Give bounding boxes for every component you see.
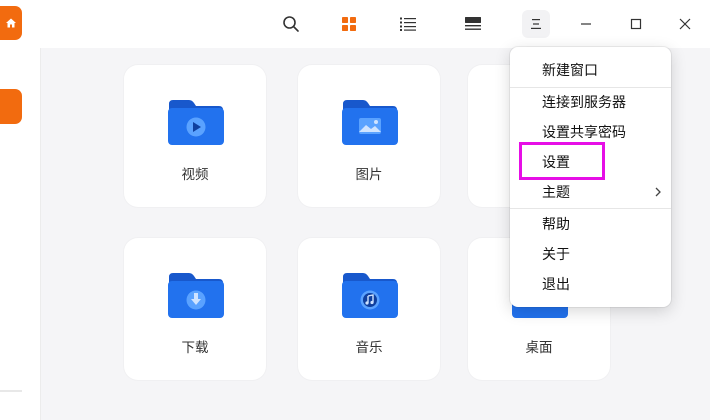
sidebar-active-item[interactable]	[0, 89, 22, 124]
folder-label: 视频	[181, 167, 209, 183]
menu-icon	[531, 19, 541, 29]
folder-card[interactable]: 图片	[298, 65, 440, 207]
menu-item-label: 连接到服务器	[542, 95, 626, 111]
menu-item-theme[interactable]: 主题	[510, 177, 671, 207]
titlebar	[40, 0, 710, 48]
music-folder-icon	[342, 273, 398, 318]
menu-item-label: 设置	[542, 155, 570, 171]
download-folder-icon	[168, 273, 224, 318]
menu-item-label: 新建窗口	[542, 63, 598, 79]
folder-label: 桌面	[525, 340, 553, 356]
menu-item-label: 设置共享密码	[542, 125, 626, 141]
menu-item-share-password[interactable]: 设置共享密码	[510, 117, 671, 147]
home-icon	[6, 18, 16, 28]
grid-view-icon	[342, 17, 356, 31]
sidebar	[0, 0, 41, 420]
menu-item-settings[interactable]: 设置	[510, 147, 671, 177]
close-icon	[679, 18, 691, 30]
detail-view-icon	[465, 17, 481, 30]
video-folder-icon	[168, 100, 224, 145]
chevron-right-icon	[655, 187, 661, 197]
menu-button[interactable]	[522, 10, 550, 38]
search-icon	[283, 16, 299, 32]
menu-item-label: 主题	[542, 185, 570, 201]
minimize-icon	[581, 23, 591, 25]
picture-folder-icon	[342, 100, 398, 145]
sidebar-divider	[0, 390, 22, 392]
menu-item-label: 关于	[542, 247, 570, 263]
close-button[interactable]	[671, 10, 699, 38]
menu-item-help[interactable]: 帮助	[510, 209, 671, 239]
sidebar-home-button[interactable]	[0, 6, 22, 40]
menu-item-quit[interactable]: 退出	[510, 269, 671, 299]
list-view-icon	[400, 17, 416, 31]
menu-item-about[interactable]: 关于	[510, 239, 671, 269]
list-view-button[interactable]	[394, 10, 422, 38]
search-button[interactable]	[277, 10, 305, 38]
folder-card[interactable]: 视频	[124, 65, 266, 207]
grid-view-button[interactable]	[335, 10, 363, 38]
folder-label: 图片	[355, 167, 383, 183]
menu-item-connect-server[interactable]: 连接到服务器	[510, 87, 671, 117]
folder-label: 音乐	[355, 340, 383, 356]
folder-card[interactable]: 下载	[124, 238, 266, 380]
maximize-button[interactable]	[622, 10, 650, 38]
minimize-button[interactable]	[572, 10, 600, 38]
detail-view-button[interactable]	[459, 10, 487, 38]
folder-label: 下载	[181, 340, 209, 356]
menu-item-label: 帮助	[542, 217, 570, 233]
main-menu: 新建窗口 连接到服务器 设置共享密码 设置 主题 帮助 关于 退出	[510, 47, 671, 307]
maximize-icon	[630, 18, 642, 30]
menu-item-new-window[interactable]: 新建窗口	[510, 55, 671, 85]
menu-item-label: 退出	[542, 277, 570, 293]
folder-card[interactable]: 音乐	[298, 238, 440, 380]
